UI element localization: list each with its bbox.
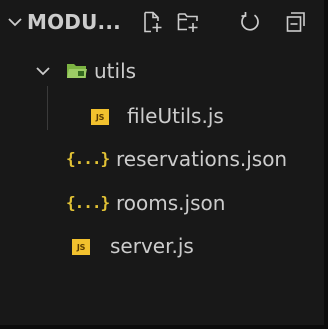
explorer-section-header[interactable]: MODU...: [0, 0, 328, 44]
new-folder-button[interactable]: [172, 6, 204, 38]
explorer-panel: MODU... utils JS fileUtils.js {...} rese…: [0, 0, 328, 329]
tree-item-utils-folder[interactable]: utils: [0, 50, 324, 92]
tree-item-label: reservations.json: [116, 147, 288, 171]
refresh-explorer-button[interactable]: [234, 6, 266, 38]
collapse-folders-button[interactable]: [280, 6, 312, 38]
chevron-down-icon[interactable]: [33, 61, 53, 81]
folder-open-icon: [66, 61, 88, 81]
json-file-icon: {...}: [66, 149, 110, 168]
tree-item-fileutils-js[interactable]: JS fileUtils.js: [0, 95, 324, 137]
js-file-icon: JS: [91, 109, 109, 125]
tree-item-label: fileUtils.js: [127, 104, 224, 128]
chevron-down-icon[interactable]: [5, 12, 25, 32]
tree-item-label: rooms.json: [116, 191, 226, 215]
tree-item-rooms-json[interactable]: {...} rooms.json: [0, 182, 324, 224]
panel-border: [324, 0, 328, 329]
json-file-icon: {...}: [66, 193, 110, 212]
tree-item-label: server.js: [110, 234, 194, 258]
new-file-button[interactable]: [136, 6, 168, 38]
section-title: MODU...: [27, 10, 121, 34]
tree-item-server-js[interactable]: JS server.js: [0, 225, 324, 267]
tree-item-reservations-json[interactable]: {...} reservations.json: [0, 138, 324, 180]
panel-border: [0, 325, 328, 329]
js-file-icon: JS: [72, 239, 90, 255]
tree-item-label: utils: [94, 59, 137, 83]
